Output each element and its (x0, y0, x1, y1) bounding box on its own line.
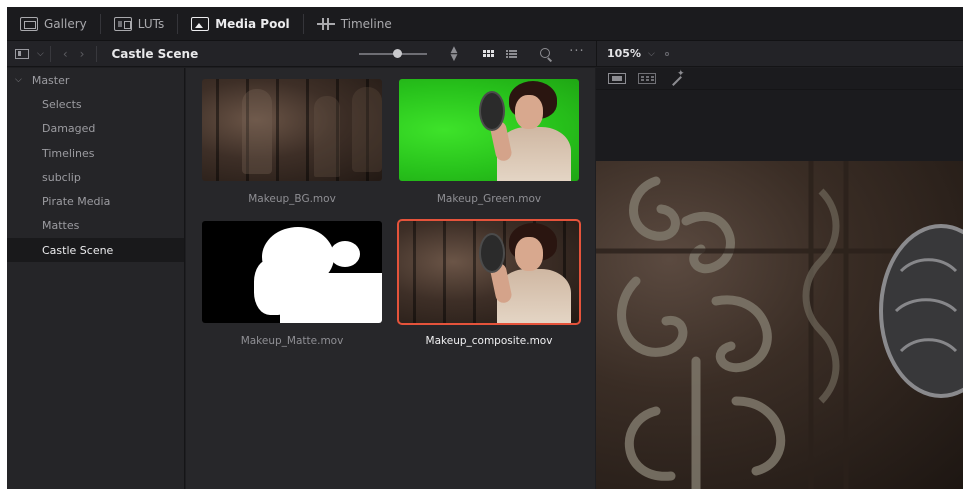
viewer-panel (596, 68, 963, 489)
woman-with-mirror-image (479, 223, 571, 323)
clip-name: Makeup_composite.mov (425, 335, 553, 347)
bin-item-label: subclip (42, 170, 81, 184)
bin-item-damaged[interactable]: Damaged (7, 117, 184, 141)
viewer-zoom-value[interactable]: 105% (607, 47, 641, 60)
bin-item-subclip[interactable]: subclip (7, 165, 184, 189)
tab-timeline[interactable]: Timeline (304, 7, 405, 40)
source-tape-icon[interactable] (638, 73, 656, 84)
viewer-toolbar: 105% ⌵ (596, 41, 963, 66)
tab-gallery[interactable]: Gallery (7, 7, 100, 40)
gallery-icon (20, 16, 38, 31)
bin-item-label: Damaged (42, 122, 96, 136)
sort-updown-icon[interactable]: ▲ ▼ (446, 46, 462, 63)
viewer-options-dot-icon[interactable] (664, 51, 669, 56)
back-arrow-icon[interactable]: ‹ (63, 47, 68, 61)
media-pool-toolbar: ⌵ ‹ › Castle Scene ▲ ▼ ··· 105% ⌵ (7, 41, 963, 67)
toolbar-divider (49, 45, 51, 62)
page-tab-bar: Gallery LUTs Media Pool Timeline (7, 7, 963, 41)
bin-item-label: Selects (42, 97, 82, 111)
forward-arrow-icon[interactable]: › (80, 47, 85, 61)
thumbnail-size-slider-handle[interactable] (393, 49, 402, 58)
bin-list: ⌵ Master Selects Damaged Timelines subcl… (7, 68, 185, 489)
tab-media-pool[interactable]: Media Pool (178, 7, 302, 40)
timeline-icon (316, 17, 335, 31)
bin-item-selects[interactable]: Selects (7, 92, 184, 116)
chevron-down-icon[interactable]: ⌵ (37, 49, 44, 59)
clip-name: Makeup_Matte.mov (240, 335, 344, 347)
media-page: Gallery LUTs Media Pool Timeline ⌵ ‹ › C… (7, 7, 963, 489)
bin-item-timelines[interactable]: Timelines (7, 141, 184, 165)
tab-timeline-label: Timeline (340, 16, 392, 31)
bin-item-label: Timelines (42, 146, 95, 160)
thumbnail-view-icon[interactable] (481, 46, 497, 62)
bin-item-mattes[interactable]: Mattes (7, 214, 184, 238)
clip-name: Makeup_Green.mov (436, 193, 542, 205)
clip-makeup-bg[interactable]: Makeup_BG.mov (202, 79, 382, 205)
clip-name: Makeup_BG.mov (248, 193, 336, 205)
bin-item-castle-scene[interactable]: Castle Scene (7, 238, 184, 263)
search-icon[interactable] (537, 46, 553, 62)
bin-item-label: Pirate Media (42, 195, 111, 209)
luts-icon (113, 16, 132, 31)
more-options-icon[interactable]: ··· (569, 45, 585, 62)
viewer-image[interactable] (596, 161, 963, 489)
bin-item-label: Castle Scene (42, 243, 114, 257)
current-bin-title: Castle Scene (111, 46, 199, 61)
bin-master[interactable]: ⌵ Master (7, 68, 184, 92)
clip-grid: Makeup_BG.mov Makeup_Green.mov Makeup_Ma… (186, 68, 595, 489)
clip-thumbnail[interactable] (202, 79, 382, 181)
tab-luts[interactable]: LUTs (101, 7, 177, 40)
bin-master-label: Master (31, 73, 70, 87)
viewer-tools (596, 68, 963, 90)
media-pool-toolbar-left: ⌵ ‹ › Castle Scene ▲ ▼ ··· (7, 41, 595, 66)
bin-item-pirate-media[interactable]: Pirate Media (7, 189, 184, 213)
tab-gallery-label: Gallery (44, 16, 87, 31)
single-viewer-icon[interactable] (608, 73, 626, 84)
chevron-down-icon[interactable]: ⌵ (15, 75, 22, 85)
sidebar-toggle-icon[interactable] (15, 48, 29, 59)
carved-door-image (596, 161, 963, 489)
toolbar-divider (96, 45, 98, 62)
media-pool-icon (191, 16, 210, 31)
tab-luts-label: LUTs (137, 16, 165, 31)
clip-makeup-composite[interactable]: Makeup_composite.mov (397, 219, 581, 347)
clip-makeup-matte[interactable]: Makeup_Matte.mov (202, 221, 382, 347)
magic-wand-icon[interactable] (668, 69, 686, 84)
clip-makeup-green[interactable]: Makeup_Green.mov (399, 79, 579, 205)
woman-with-mirror-image (479, 81, 571, 181)
tab-media-pool-label: Media Pool (215, 16, 290, 31)
chevron-down-icon[interactable]: ⌵ (648, 49, 655, 59)
clip-thumbnail[interactable] (397, 219, 581, 325)
clip-thumbnail[interactable] (202, 221, 382, 323)
clip-thumbnail[interactable] (399, 79, 579, 181)
bin-item-label: Mattes (42, 219, 80, 233)
list-view-icon[interactable] (504, 46, 520, 62)
